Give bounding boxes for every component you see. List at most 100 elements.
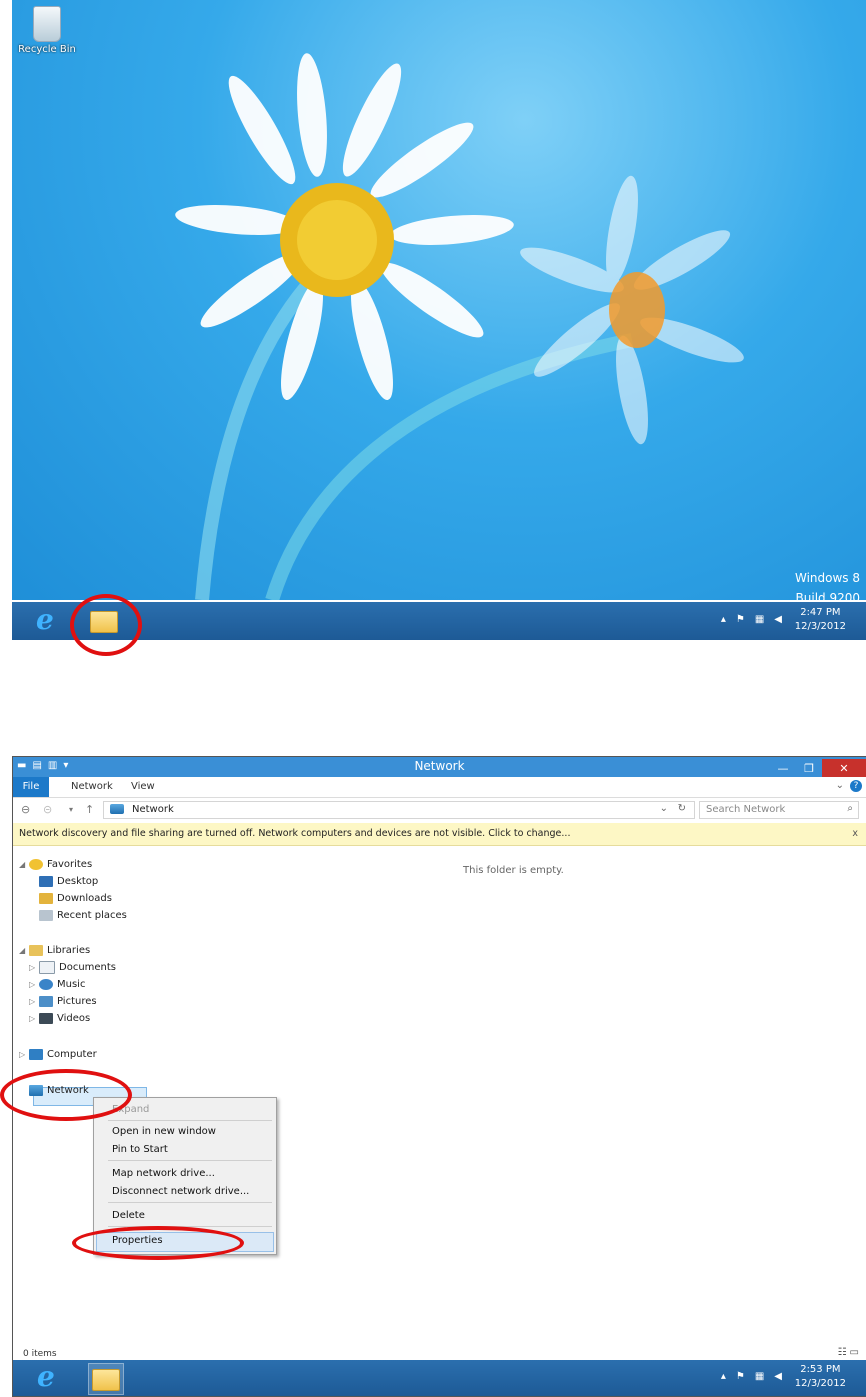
tab-view[interactable]: View [131, 781, 155, 792]
desktop-icon [39, 875, 53, 887]
address-box[interactable]: Network ⌄ ↻ [103, 801, 695, 819]
action-center-flag-icon[interactable]: ⚑ [736, 614, 755, 625]
action-center-flag-icon[interactable]: ⚑ [736, 1371, 755, 1382]
details-view-icon[interactable]: ☷ [838, 1347, 850, 1358]
collapsed-triangle-icon[interactable]: ▷ [29, 1011, 39, 1027]
folder-icon [92, 1369, 120, 1391]
nav-item-downloads[interactable]: Downloads [39, 891, 112, 907]
search-input[interactable]: Search Network [706, 804, 785, 815]
nav-item-music[interactable]: ▷ Music [29, 977, 85, 993]
window-title: Network [414, 759, 465, 773]
recycle-bin-shortcut[interactable]: Recycle Bin [18, 6, 76, 55]
ribbon-tabs: File Network View ⌄ ? [13, 777, 866, 798]
volume-icon[interactable]: ◀ [774, 1371, 792, 1382]
nav-item-libraries[interactable]: ◢ Libraries [19, 943, 90, 959]
search-box[interactable]: Search Network ⌕ [699, 801, 859, 819]
star-icon [29, 858, 43, 870]
large-icons-view-icon[interactable]: ▭ [850, 1347, 862, 1358]
nav-item-recent-places[interactable]: Recent places [39, 908, 127, 924]
collapsed-triangle-icon[interactable]: ▷ [29, 960, 39, 976]
clock-date: 12/3/2012 [794, 1378, 846, 1389]
collapsed-triangle-icon[interactable]: ▷ [29, 977, 39, 993]
clock-date: 12/3/2012 [794, 621, 846, 632]
documents-icon [39, 960, 55, 974]
menu-item-map-network-drive[interactable]: Map network drive... [112, 1166, 215, 1182]
taskbar-clock[interactable]: 2:53 PM 12/3/2012 [795, 1363, 846, 1391]
infobar-message[interactable]: Network discovery and file sharing are t… [19, 828, 570, 839]
nav-label: Pictures [57, 996, 97, 1007]
internet-explorer-icon[interactable]: e [36, 606, 66, 636]
pictures-icon [39, 995, 53, 1007]
internet-explorer-icon[interactable]: e [37, 1363, 67, 1393]
status-bar: 0 items ☷▭ [13, 1345, 866, 1361]
network-icon [110, 804, 124, 814]
nav-label: Downloads [57, 893, 112, 904]
file-explorer-button[interactable] [88, 1363, 124, 1395]
tab-file[interactable]: File [13, 777, 49, 797]
back-button[interactable]: ⊖ [21, 803, 30, 816]
nav-item-pictures[interactable]: ▷ Pictures [29, 994, 97, 1010]
forward-button[interactable]: ⊝ [43, 803, 52, 816]
up-button[interactable]: ↑ [85, 803, 94, 816]
nav-item-documents[interactable]: ▷ Documents [29, 960, 116, 976]
videos-icon [39, 1012, 53, 1024]
nav-item-computer[interactable]: ▷ Computer [19, 1047, 97, 1063]
view-toggle-icons[interactable]: ☷▭ [838, 1347, 862, 1358]
network-icon[interactable]: ▦ [755, 1371, 774, 1382]
minimize-button[interactable]: — [770, 759, 796, 779]
daisy-wallpaper-art [175, 53, 744, 600]
highlight-circle-properties-item [72, 1226, 244, 1260]
recent-locations-dropdown-icon[interactable]: ▾ [69, 805, 73, 814]
expanded-triangle-icon[interactable]: ◢ [19, 857, 29, 873]
infobar-close-icon[interactable]: x [852, 828, 858, 839]
help-icon[interactable]: ? [850, 780, 862, 792]
address-path: Network [132, 804, 174, 815]
menu-separator [108, 1120, 272, 1121]
highlight-circle-network-node [0, 1069, 132, 1121]
recycle-bin-icon [33, 6, 61, 42]
show-hidden-icons-icon[interactable]: ▴ [721, 614, 736, 625]
explorer-screenshot: ▬▤▥▾ Network — ❐ ✕ File Network View ⌄ ? ⊖… [12, 756, 866, 1397]
collapsed-triangle-icon[interactable]: ▷ [19, 1047, 29, 1063]
address-bar-row: ⊖ ⊝ ▾ ↑ Network ⌄ ↻ Search Network ⌕ [13, 798, 866, 822]
network-discovery-infobar[interactable]: Network discovery and file sharing are t… [13, 823, 866, 846]
desktop-screenshot: Recycle Bin Windows 8 Build 9200 e ▴⚑▦◀ … [12, 0, 866, 640]
menu-item-disconnect-network-drive[interactable]: Disconnect network drive... [112, 1184, 249, 1200]
menu-item-pin-to-start[interactable]: Pin to Start [112, 1142, 168, 1158]
clock-time: 2:47 PM [800, 607, 841, 618]
nav-item-desktop[interactable]: Desktop [39, 874, 98, 890]
nav-label: Computer [47, 1049, 97, 1060]
nav-label: Favorites [47, 859, 93, 870]
window-titlebar: ▬▤▥▾ Network — ❐ ✕ [13, 757, 866, 779]
menu-separator [108, 1160, 272, 1161]
item-count: 0 items [23, 1349, 57, 1359]
tab-network[interactable]: Network [71, 781, 113, 792]
network-icon[interactable]: ▦ [755, 614, 774, 625]
system-tray[interactable]: ▴⚑▦◀ [721, 614, 792, 625]
window-controls: — ❐ ✕ [770, 757, 866, 779]
close-button[interactable]: ✕ [822, 759, 866, 779]
empty-folder-message: This folder is empty. [463, 865, 564, 876]
menu-item-delete[interactable]: Delete [112, 1208, 145, 1224]
system-tray[interactable]: ▴⚑▦◀ [721, 1371, 792, 1382]
address-dropdown-icon[interactable]: ⌄ [660, 803, 668, 814]
highlight-circle-explorer-button [70, 594, 142, 656]
menu-item-open-new-window[interactable]: Open in new window [112, 1124, 216, 1140]
show-hidden-icons-icon[interactable]: ▴ [721, 1371, 736, 1382]
search-icon[interactable]: ⌕ [847, 803, 853, 814]
nav-label: Recent places [57, 910, 127, 921]
expand-ribbon-chevron-icon[interactable]: ⌄ [836, 780, 844, 791]
collapsed-triangle-icon[interactable]: ▷ [29, 994, 39, 1010]
taskbar: e ▴⚑▦◀ 2:53 PM 12/3/2012 [13, 1360, 866, 1396]
recycle-bin-label: Recycle Bin [18, 44, 76, 55]
taskbar-clock[interactable]: 2:47 PM 12/3/2012 [795, 606, 846, 634]
restore-button[interactable]: ❐ [796, 759, 822, 779]
nav-label: Desktop [57, 876, 99, 887]
refresh-icon[interactable]: ↻ [678, 803, 686, 814]
nav-item-favorites[interactable]: ◢ Favorites [19, 857, 92, 873]
expanded-triangle-icon[interactable]: ◢ [19, 943, 29, 959]
clock-time: 2:53 PM [800, 1364, 841, 1375]
menu-separator [108, 1202, 272, 1203]
volume-icon[interactable]: ◀ [774, 614, 792, 625]
nav-item-videos[interactable]: ▷ Videos [29, 1011, 90, 1027]
